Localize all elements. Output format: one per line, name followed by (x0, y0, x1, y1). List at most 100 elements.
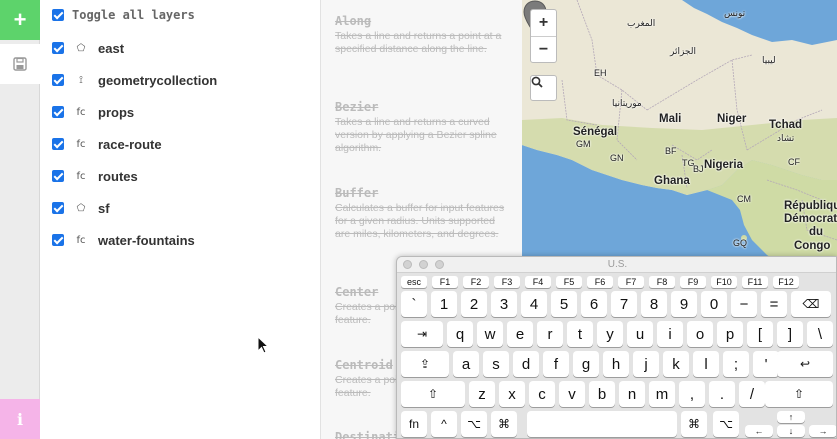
layer-row[interactable]: ⬠ sf (52, 198, 110, 218)
keyboard-key[interactable]: k (663, 351, 689, 377)
keyboard-key[interactable]: p (717, 321, 743, 347)
keyboard-key[interactable]: e (507, 321, 533, 347)
keyboard-key[interactable]: m (649, 381, 675, 407)
keyboard-key[interactable]: ⇧ (401, 381, 465, 407)
keyboard-key[interactable]: esc (401, 276, 427, 288)
keyboard-key[interactable]: ⌫ (791, 291, 831, 317)
keyboard-key[interactable]: fn (401, 411, 427, 437)
layer-visibility-checkbox[interactable] (52, 234, 64, 246)
layer-visibility-checkbox[interactable] (52, 42, 64, 54)
layer-name[interactable]: routes (98, 169, 138, 184)
keyboard-key[interactable]: n (619, 381, 645, 407)
layer-name[interactable]: props (98, 105, 134, 120)
keyboard-key[interactable]: b (589, 381, 615, 407)
keyboard-key[interactable]: i (657, 321, 683, 347)
layer-name[interactable]: race-route (98, 137, 162, 152)
zoom-in-button[interactable]: + (531, 10, 556, 36)
keyboard-key[interactable]: 9 (671, 291, 697, 317)
keyboard-key[interactable]: F1 (432, 276, 458, 288)
function-item[interactable]: Buffer Calculates a buffer for input feat… (335, 186, 511, 241)
keyboard-key[interactable]: = (761, 291, 787, 317)
keyboard-key[interactable]: ⌘ (681, 411, 707, 437)
keyboard-key[interactable]: F11 (742, 276, 768, 288)
keyboard-key[interactable]: 5 (551, 291, 577, 317)
keyboard-key[interactable]: h (603, 351, 629, 377)
keyboard-key[interactable]: a (453, 351, 479, 377)
toggle-all-checkbox[interactable] (52, 9, 64, 21)
function-item[interactable]: Bezier Takes a line and returns a curved … (335, 100, 511, 155)
keyboard-key[interactable]: v (559, 381, 585, 407)
keyboard-key[interactable]: 4 (521, 291, 547, 317)
keyboard-key[interactable]: [ (747, 321, 773, 347)
keyboard-key[interactable]: ] (777, 321, 803, 347)
keyboard-key[interactable]: F2 (463, 276, 489, 288)
keyboard-key[interactable]: ; (723, 351, 749, 377)
keyboard-key[interactable]: l (693, 351, 719, 377)
layer-row[interactable]: fc props (52, 102, 134, 122)
keyboard-key[interactable]: 3 (491, 291, 517, 317)
keyboard-key[interactable]: ← (745, 425, 773, 437)
layer-name[interactable]: water-fountains (98, 233, 195, 248)
keyboard-key[interactable]: f (543, 351, 569, 377)
keyboard-key[interactable]: u (627, 321, 653, 347)
keyboard-key[interactable]: F3 (494, 276, 520, 288)
keyboard-key[interactable]: g (573, 351, 599, 377)
keyboard-key[interactable]: F5 (556, 276, 582, 288)
keyboard-key[interactable]: ↑ (777, 411, 805, 423)
keyboard-key[interactable]: F4 (525, 276, 551, 288)
keyboard-key[interactable]: ^ (431, 411, 457, 437)
keyboard-key[interactable]: − (731, 291, 757, 317)
keyboard-key[interactable]: F7 (618, 276, 644, 288)
layer-visibility-checkbox[interactable] (52, 106, 64, 118)
keyboard-key[interactable]: F12 (773, 276, 799, 288)
keyboard-key[interactable]: ⇧ (765, 381, 833, 407)
keyboard-key[interactable]: ⇥ (401, 321, 443, 347)
toggle-all-layers[interactable]: Toggle all layers (52, 5, 195, 25)
keyboard-key[interactable]: 7 (611, 291, 637, 317)
keyboard-key[interactable]: ' (753, 351, 779, 377)
layer-visibility-checkbox[interactable] (52, 170, 64, 182)
keyboard-key[interactable]: ⇪ (401, 351, 449, 377)
keyboard-key[interactable]: F10 (711, 276, 737, 288)
layer-name[interactable]: geometrycollection (98, 73, 217, 88)
keyboard-key[interactable]: x (499, 381, 525, 407)
keyboard-key[interactable]: ↩ (777, 351, 833, 377)
keyboard-key[interactable]: o (687, 321, 713, 347)
keyboard-key[interactable]: y (597, 321, 623, 347)
zoom-out-button[interactable]: − (531, 36, 556, 62)
layer-name[interactable]: sf (98, 201, 110, 216)
keyboard-key[interactable]: F6 (587, 276, 613, 288)
keyboard-key[interactable]: 2 (461, 291, 487, 317)
function-item[interactable]: Along Takes a line and returns a point at… (335, 14, 511, 56)
layer-row[interactable]: ⟟ geometrycollection (52, 70, 217, 90)
keyboard-key[interactable]: ⌘ (491, 411, 517, 437)
keyboard-key[interactable]: w (477, 321, 503, 347)
keyboard-key[interactable] (527, 411, 677, 437)
keyboard-key[interactable]: → (809, 425, 836, 437)
keyboard-key[interactable]: r (537, 321, 563, 347)
keyboard-key[interactable]: \ (807, 321, 833, 347)
layer-visibility-checkbox[interactable] (52, 202, 64, 214)
layer-row[interactable]: ⬠ east (52, 38, 124, 58)
keyboard-key[interactable]: 1 (431, 291, 457, 317)
layer-row[interactable]: fc race-route (52, 134, 162, 154)
keyboard-key[interactable]: j (633, 351, 659, 377)
keyboard-key[interactable]: s (483, 351, 509, 377)
keyboard-key[interactable]: 0 (701, 291, 727, 317)
keyboard-key[interactable]: c (529, 381, 555, 407)
keyboard-key[interactable]: F9 (680, 276, 706, 288)
keyboard-key[interactable]: ⌥ (461, 411, 487, 437)
keyboard-key[interactable]: . (709, 381, 735, 407)
keyboard-key[interactable]: d (513, 351, 539, 377)
layer-row[interactable]: fc water-fountains (52, 230, 195, 250)
keyboard-key[interactable]: , (679, 381, 705, 407)
info-button[interactable]: i (0, 399, 40, 439)
layer-visibility-checkbox[interactable] (52, 138, 64, 150)
keyboard-key[interactable]: t (567, 321, 593, 347)
save-button[interactable] (0, 44, 40, 84)
keyboard-key[interactable]: / (739, 381, 765, 407)
keyboard-key[interactable]: z (469, 381, 495, 407)
keyboard-key[interactable]: F8 (649, 276, 675, 288)
keyboard-key[interactable]: 8 (641, 291, 667, 317)
map-search-button[interactable] (530, 75, 557, 101)
